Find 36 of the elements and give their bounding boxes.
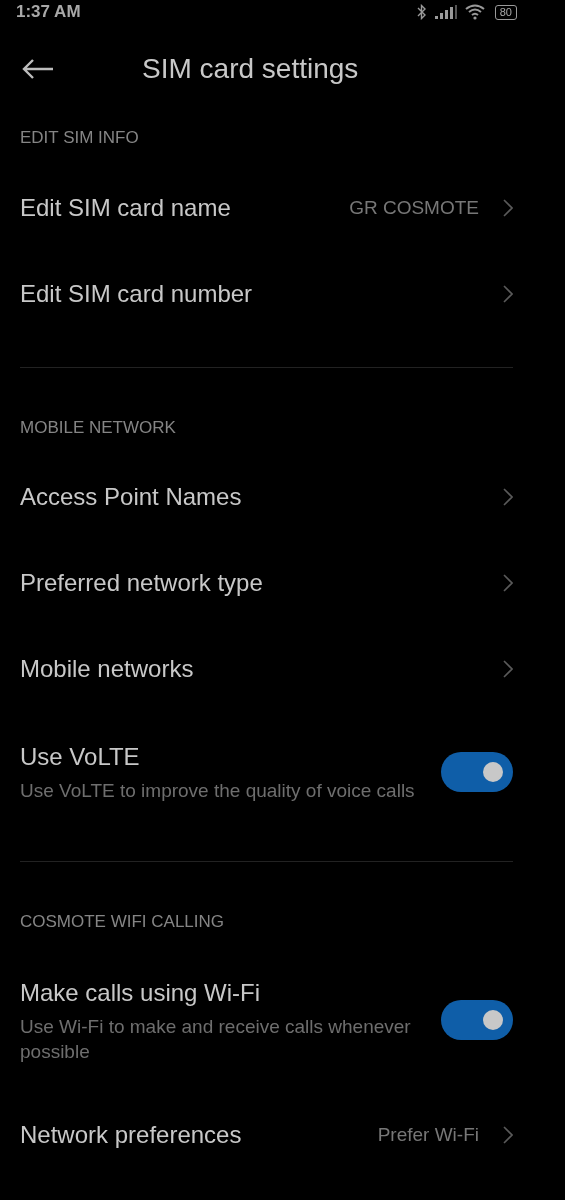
chevron-icon: [503, 1126, 513, 1144]
row-title: Access Point Names: [20, 482, 242, 512]
settings-row[interactable]: Access Point Names: [0, 454, 565, 540]
row-title: Network preferences: [20, 1120, 242, 1150]
chevron-icon: [503, 285, 513, 303]
row-description: Use VoLTE to improve the quality of voice calls: [20, 779, 416, 803]
toggle-switch[interactable]: [441, 751, 513, 792]
chevron-icon: [503, 660, 513, 678]
chevron-icon: [503, 574, 513, 592]
back-arrow-icon[interactable]: [22, 59, 54, 79]
bluetooth-icon: [416, 4, 427, 20]
chevron-icon: [503, 199, 513, 217]
settings-row[interactable]: Edit SIM card name GR COSMOTE: [0, 165, 565, 251]
signal-icon: [434, 5, 457, 19]
row-title: Use VoLTE: [20, 742, 141, 772]
section-label: COSMOTE WIFI CALLING: [19, 912, 226, 932]
row-title: Edit SIM card number: [20, 279, 253, 309]
section-label: EDIT SIM INFO: [19, 128, 140, 148]
page-title: SIM card settings: [142, 53, 359, 85]
chevron-icon: [503, 488, 513, 506]
wifi-icon: [464, 4, 487, 20]
battery-icon: 80: [494, 4, 517, 20]
row-title: Make calls using Wi-Fi: [20, 978, 262, 1008]
status-time: 1:37 AM: [16, 2, 81, 22]
settings-row[interactable]: Preferred network type: [0, 540, 565, 626]
section-label: MOBILE NETWORK: [19, 418, 177, 438]
row-title: Mobile networks: [20, 654, 194, 684]
row-value: GR COSMOTE: [349, 197, 479, 219]
row-title: Edit SIM card name: [20, 193, 231, 223]
toggle-switch[interactable]: [441, 1000, 513, 1040]
row-description: Use Wi-Fi to make and receive calls whenever possible: [20, 1015, 412, 1064]
settings-row[interactable]: Edit SIM card number: [0, 251, 565, 337]
row-value: Prefer Wi-Fi: [377, 1124, 479, 1146]
settings-row[interactable]: Network preferences Prefer Wi-Fi: [0, 1092, 565, 1178]
row-title: Preferred network type: [20, 568, 263, 598]
settings-row[interactable]: Mobile networks: [0, 626, 565, 712]
